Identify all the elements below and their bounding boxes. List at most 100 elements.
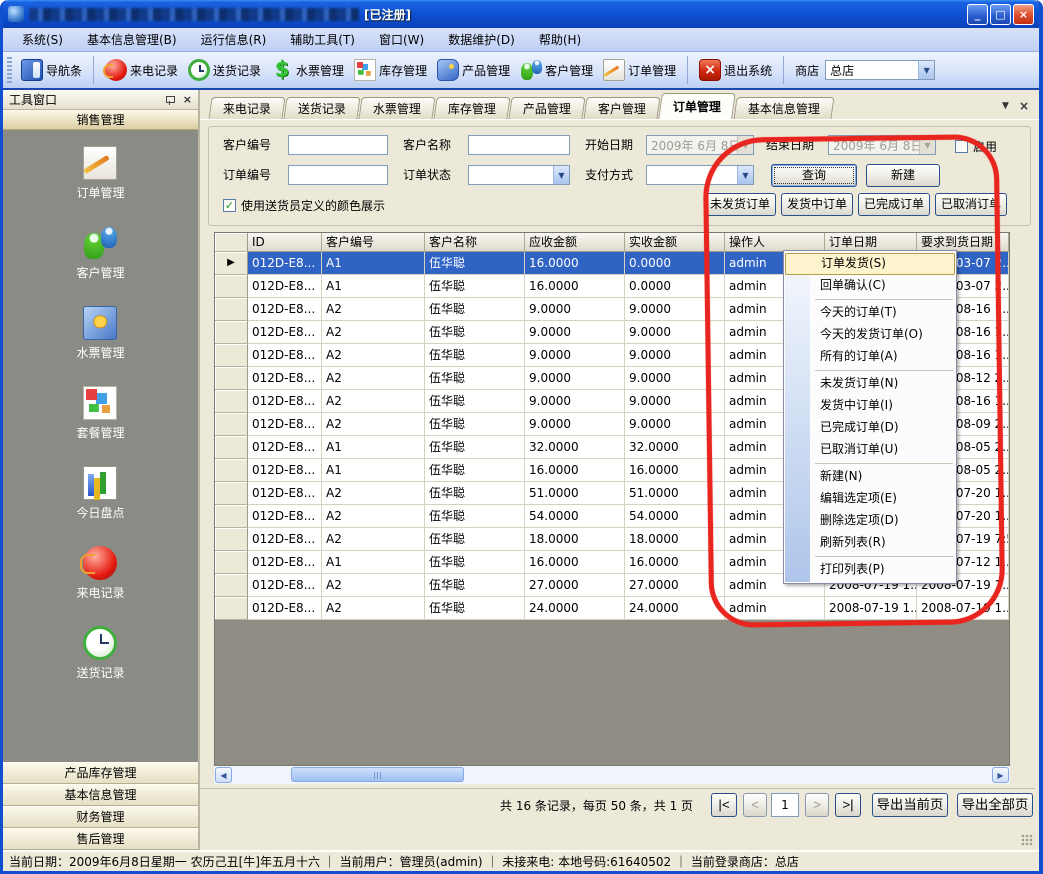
new-button[interactable]: 新建 <box>866 164 940 187</box>
next-page-button[interactable]: > <box>805 793 829 817</box>
toolbar-button[interactable]: 产品管理 <box>433 57 514 83</box>
sidebar-item[interactable]: 水票管理 <box>76 306 124 361</box>
page-number-input[interactable] <box>771 793 799 817</box>
grid-horizontal-scrollbar[interactable]: ◀ ▶ <box>214 766 1010 784</box>
customer-name-input[interactable] <box>468 135 570 155</box>
tab[interactable]: 基本信息管理 <box>734 97 835 119</box>
sidebar-group-bar[interactable]: 财务管理 <box>3 806 198 828</box>
context-menu-item[interactable]: 打印列表(P) <box>785 559 955 581</box>
context-menu-item[interactable]: 编辑选定项(E) <box>785 488 955 510</box>
menubar-item[interactable]: 运行信息(R) <box>190 28 278 51</box>
toolbar-button[interactable]: 客户管理 <box>516 57 597 83</box>
row-selector-cell[interactable] <box>215 275 248 298</box>
status-filter-button[interactable]: 未发货订单 <box>704 193 776 216</box>
context-menu-item[interactable]: 删除选定项(D) <box>785 510 955 532</box>
customer-id-input[interactable] <box>288 135 388 155</box>
toolbar-button[interactable]: 库存管理 <box>350 57 431 83</box>
end-date-picker[interactable]: 2009年 6月 8日 ▼ <box>828 135 936 155</box>
sidebar-item[interactable]: 客户管理 <box>76 226 124 281</box>
status-filter-button[interactable]: 发货中订单 <box>781 193 853 216</box>
context-menu-item[interactable]: 已取消订单(U) <box>785 439 955 461</box>
resize-grip[interactable] <box>1021 834 1033 846</box>
context-menu-item[interactable]: 今天的订单(T) <box>785 302 955 324</box>
scrollbar-track[interactable] <box>233 766 991 784</box>
toolbar-button[interactable]: 送货记录 <box>184 57 265 83</box>
row-selector-cell[interactable] <box>215 574 248 597</box>
menubar-item[interactable]: 基本信息管理(B) <box>76 28 188 51</box>
row-selector-cell[interactable] <box>215 298 248 321</box>
scroll-right-icon[interactable]: ▶ <box>992 767 1009 783</box>
sidebar-item[interactable]: 送货记录 <box>76 626 124 681</box>
context-menu-item[interactable]: 回单确认(C) <box>785 275 955 297</box>
row-selector-cell[interactable] <box>215 459 248 482</box>
menubar-item[interactable]: 辅助工具(T) <box>279 28 366 51</box>
scrollbar-thumb[interactable] <box>291 767 464 782</box>
status-filter-button[interactable]: 已取消订单 <box>935 193 1007 216</box>
first-page-button[interactable]: |< <box>711 793 737 817</box>
last-page-button[interactable]: >| <box>835 793 861 817</box>
row-selector-cell[interactable] <box>215 390 248 413</box>
export-current-page-button[interactable]: 导出当前页 <box>872 793 948 817</box>
pin-icon[interactable] <box>165 95 175 105</box>
tab[interactable]: 送货记录 <box>283 97 360 119</box>
sidebar-group-bar[interactable]: 基本信息管理 <box>3 784 198 806</box>
tab[interactable]: 订单管理 <box>658 93 736 119</box>
tab[interactable]: 产品管理 <box>509 97 586 119</box>
minimize-button[interactable]: _ <box>967 4 988 25</box>
chevron-down-icon[interactable]: ▼ <box>918 61 934 79</box>
sidebar-item[interactable]: 套餐管理 <box>76 386 124 441</box>
table-row[interactable]: 012D-E8... A2 伍华聪 24.0000 24.0000 admin … <box>215 597 1009 620</box>
prev-page-button[interactable]: < <box>743 793 767 817</box>
context-menu-item[interactable]: 新建(N) <box>785 466 955 488</box>
toolbar-button[interactable]: $ 水票管理 <box>267 57 348 83</box>
row-selector-cell[interactable] <box>215 321 248 344</box>
scroll-left-icon[interactable]: ◀ <box>215 767 232 783</box>
order-status-combo[interactable]: ▼ <box>468 165 570 185</box>
menubar-item[interactable]: 数据维护(D) <box>437 28 526 51</box>
row-selector-cell[interactable] <box>215 367 248 390</box>
sidebar-item[interactable]: 订单管理 <box>76 146 124 201</box>
chevron-down-icon[interactable]: ▼ <box>553 166 569 184</box>
toolbar-navbar-button[interactable]: 导航条 <box>17 57 86 83</box>
order-id-input[interactable] <box>288 165 388 185</box>
context-menu-item[interactable]: 订单发货(S) <box>785 253 955 275</box>
export-all-pages-button[interactable]: 导出全部页 <box>957 793 1033 817</box>
row-selector-cell[interactable] <box>215 597 248 620</box>
sidebar-item[interactable]: 来电记录 <box>76 546 124 601</box>
status-filter-button[interactable]: 已完成订单 <box>858 193 930 216</box>
start-date-picker[interactable]: 2009年 6月 8日 ▼ <box>646 135 754 155</box>
tab-close-icon[interactable]: × <box>1019 99 1029 113</box>
col-header-customer-name[interactable]: 客户名称 <box>425 233 525 252</box>
tab[interactable]: 水票管理 <box>358 97 435 119</box>
chevron-down-icon[interactable]: ▼ <box>737 166 753 184</box>
pay-method-combo[interactable]: ▼ <box>646 165 754 185</box>
tab-list-dropdown-icon[interactable]: ▼ <box>1002 101 1009 111</box>
sidebar-group-sales[interactable]: 销售管理 <box>3 110 198 130</box>
row-selector-cell[interactable] <box>215 551 248 574</box>
sidebar-item[interactable]: 今日盘点 <box>76 466 124 521</box>
menubar-item[interactable]: 帮助(H) <box>528 28 592 51</box>
toolbar-button[interactable]: 来电记录 <box>101 57 182 83</box>
context-menu-item[interactable]: 所有的订单(A) <box>785 346 955 368</box>
row-selector-cell[interactable] <box>215 436 248 459</box>
close-button[interactable]: × <box>1013 4 1034 25</box>
menubar-item[interactable]: 系统(S) <box>11 28 74 51</box>
maximize-button[interactable]: □ <box>990 4 1011 25</box>
row-selector-cell[interactable] <box>215 482 248 505</box>
row-selector-cell[interactable] <box>215 505 248 528</box>
row-selector-cell[interactable]: ▶ <box>215 252 248 275</box>
toolbar-button[interactable]: 订单管理 <box>599 57 680 83</box>
tab[interactable]: 来电记录 <box>208 97 285 119</box>
col-header-id[interactable]: ID <box>248 233 322 252</box>
enable-date-checkbox[interactable]: 启用 <box>955 138 997 155</box>
sidebar-group-bar[interactable]: 产品库存管理 <box>3 762 198 784</box>
context-menu-item[interactable]: 发货中订单(I) <box>785 395 955 417</box>
col-header-receivable[interactable]: 应收金额 <box>525 233 625 252</box>
col-header-received[interactable]: 实收金额 <box>625 233 725 252</box>
context-menu-item[interactable]: 未发货订单(N) <box>785 373 955 395</box>
sidebar-group-bar[interactable]: 售后管理 <box>3 828 198 850</box>
row-selector-cell[interactable] <box>215 413 248 436</box>
context-menu-item[interactable]: 今天的发货订单(O) <box>785 324 955 346</box>
shop-combo[interactable]: 总店 ▼ <box>825 60 935 80</box>
row-selector-cell[interactable] <box>215 344 248 367</box>
